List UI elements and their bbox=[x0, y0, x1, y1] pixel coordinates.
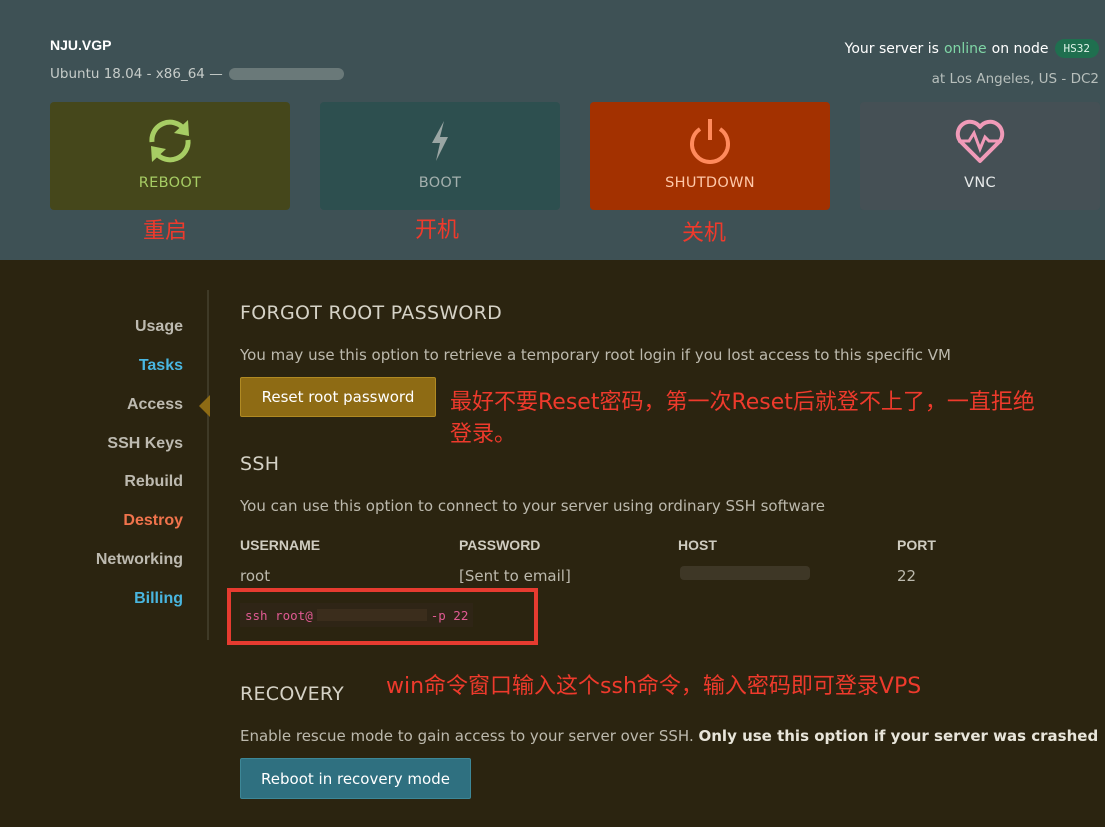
lightning-icon bbox=[412, 115, 468, 167]
status-prefix: Your server is bbox=[844, 40, 939, 57]
shutdown-label: SHUTDOWN bbox=[665, 175, 755, 191]
col-port: PORT bbox=[897, 537, 936, 553]
annotation-reset-warning-line1: 最好不要Reset密码，第一次Reset后就登不上了，一直拒绝 bbox=[450, 390, 1035, 415]
node-badge: HS32 bbox=[1054, 39, 1099, 58]
annotation-reboot: 重启 bbox=[143, 219, 188, 244]
vnc-button[interactable]: VNC bbox=[860, 102, 1100, 210]
recovery-desc: Enable rescue mode to gain access to you… bbox=[240, 727, 1098, 745]
recovery-title: RECOVERY bbox=[240, 683, 345, 705]
sidebar-item-ssh-keys[interactable]: SSH Keys bbox=[107, 435, 183, 453]
recovery-desc-normal: Enable rescue mode to gain access to you… bbox=[240, 727, 694, 745]
heart-pulse-icon bbox=[952, 115, 1008, 167]
sidebar-item-rebuild[interactable]: Rebuild bbox=[124, 473, 183, 491]
reboot-button[interactable]: REBOOT bbox=[50, 102, 290, 210]
server-header: NJU.VGP Ubuntu 18.04 - x86_64 — Your ser… bbox=[0, 0, 1105, 260]
sidebar-item-destroy[interactable]: Destroy bbox=[123, 512, 183, 530]
col-password: PASSWORD bbox=[459, 537, 541, 553]
shutdown-button[interactable]: SHUTDOWN bbox=[590, 102, 830, 210]
col-host: HOST bbox=[678, 537, 717, 553]
annotation-reset-warning-line2: 登录。 bbox=[450, 422, 517, 447]
sidebar-item-access[interactable]: Access bbox=[127, 396, 183, 414]
server-os-info: Ubuntu 18.04 - x86_64 — bbox=[50, 66, 344, 82]
status-middle: on node bbox=[991, 40, 1049, 57]
sidebar-nav: Usage Tasks Access SSH Keys Rebuild Dest… bbox=[0, 290, 209, 640]
ssh-command-suffix: -p 22 bbox=[430, 607, 469, 623]
ssh-title: SSH bbox=[240, 453, 280, 475]
reboot-label: REBOOT bbox=[138, 175, 202, 191]
status-online: online bbox=[943, 40, 987, 57]
os-text: Ubuntu 18.04 - x86_64 — bbox=[50, 66, 223, 82]
active-indicator bbox=[199, 395, 210, 417]
vnc-label: VNC bbox=[964, 175, 996, 191]
server-status: Your server is online on node HS32 bbox=[845, 39, 1099, 58]
server-hostname: NJU.VGP bbox=[50, 37, 112, 53]
ssh-command-redacted-host bbox=[316, 609, 427, 621]
refresh-icon bbox=[142, 115, 198, 167]
sidebar-item-billing[interactable]: Billing bbox=[134, 590, 183, 608]
reboot-recovery-mode-button[interactable]: Reboot in recovery mode bbox=[240, 758, 471, 799]
sidebar-item-usage[interactable]: Usage bbox=[135, 318, 183, 336]
power-icon bbox=[682, 115, 738, 167]
ssh-command-prefix: ssh root@ bbox=[245, 607, 313, 623]
ssh-port-value: 22 bbox=[897, 567, 917, 585]
ssh-desc: You can use this option to connect to yo… bbox=[240, 497, 826, 515]
forgot-password-desc: You may use this option to retrieve a te… bbox=[240, 346, 951, 364]
annotation-boot: 开机 bbox=[415, 218, 460, 243]
ssh-password-value: [Sent to email] bbox=[459, 567, 571, 585]
boot-button[interactable]: BOOT bbox=[320, 102, 560, 210]
recovery-desc-bold: Only use this option if your server was … bbox=[698, 727, 1099, 745]
col-username: USERNAME bbox=[240, 537, 321, 553]
reset-root-password-button[interactable]: Reset root password bbox=[240, 377, 436, 417]
server-location: at Los Angeles, US - DC2 bbox=[931, 71, 1099, 87]
ssh-host-redacted bbox=[680, 566, 810, 580]
redacted-ip bbox=[228, 68, 344, 80]
sidebar-item-tasks[interactable]: Tasks bbox=[139, 357, 183, 375]
forgot-password-title: FORGOT ROOT PASSWORD bbox=[240, 302, 503, 324]
annotation-shutdown: 关机 bbox=[682, 221, 727, 246]
boot-label: BOOT bbox=[418, 175, 462, 191]
sidebar-item-networking[interactable]: Networking bbox=[96, 551, 183, 569]
annotation-ssh-instruction: win命令窗口输入这个ssh命令，输入密码即可登录VPS bbox=[386, 674, 922, 699]
ssh-command[interactable]: ssh root@ -p 22 bbox=[240, 603, 474, 627]
ssh-username-value: root bbox=[240, 567, 271, 585]
